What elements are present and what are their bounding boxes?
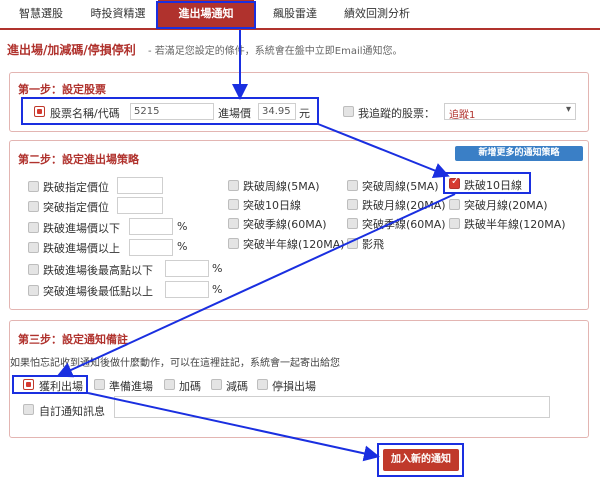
note-checkbox[interactable] [211,379,222,390]
price-unit: 元 [299,107,310,120]
page-subtitle: - 若滿足您設定的條件，系統會在盤中立即Email通知您。 [148,46,403,57]
strategy-percent-input[interactable] [165,260,209,277]
nav-tab-stock-radar[interactable]: 飆股雷達 [262,0,328,28]
strategy-percent-input[interactable] [129,218,173,235]
tracked-stock-select[interactable]: 追蹤1 [444,103,576,121]
step3-title: 第三步：設定通知備註 [18,333,128,346]
strategy-label: 突破周線(5MA) [362,180,439,193]
strategy-label: 突破季線(60MA) [243,218,327,231]
strategy-label: 跌破周線(5MA) [243,180,320,193]
nav-tab-smart-picks[interactable]: 智慧選股 [6,0,76,28]
strategy-label: 跌破月線(20MA) [362,199,446,212]
stock-code-input[interactable]: 5215 [130,103,214,120]
strategy-checkbox[interactable] [449,199,460,210]
note-option-label: 加碼 [179,380,201,393]
strategy-label: 突破指定價位 [43,201,109,214]
strategy-checkbox[interactable] [28,201,39,212]
strategy-value-input[interactable] [117,197,163,214]
nav-tab-backtest[interactable]: 績效回測分析 [334,0,420,28]
strategy-label: 突破10日線 [243,199,301,212]
strategy-checkbox[interactable] [228,180,239,191]
strategy-label: 突破進場後最低點以上 [43,285,153,298]
strategy-label: 跌破進場後最高點以下 [43,264,153,277]
strategy-label: 突破月線(20MA) [464,199,548,212]
strategy-checkbox-checked[interactable] [449,176,460,189]
percent-sign: % [212,283,223,296]
strategy-label: 跌破10日線 [464,179,522,192]
strategy-checkbox[interactable] [449,218,460,229]
strategy-checkbox[interactable] [347,238,358,249]
active-tab-highlight [156,1,256,29]
strategy-checkbox[interactable] [28,285,39,296]
note-checkbox[interactable] [94,379,105,390]
stock-name-label: 股票名稱/代碼 [50,107,120,120]
tracked-stock-checkbox[interactable] [343,106,354,117]
strategy-label: 突破半年線(120MA) [243,238,345,251]
strategy-checkbox[interactable] [28,181,39,192]
note-checkbox[interactable] [257,379,268,390]
strategy-checkbox[interactable] [28,222,39,233]
custom-note-label: 自訂通知訊息 [39,405,105,418]
note-option-label: 準備進場 [109,380,153,393]
strategy-checkbox[interactable] [347,180,358,191]
percent-sign: % [177,220,188,233]
strategy-label: 跌破半年線(120MA) [464,218,566,231]
entry-price-input[interactable]: 34.95 [258,103,296,120]
percent-sign: % [212,262,223,275]
strategy-percent-input[interactable] [129,239,173,256]
strategy-percent-input[interactable] [165,281,209,298]
strategy-checkbox[interactable] [228,218,239,229]
note-option-label: 獲利出場 [39,380,83,393]
note-option-label: 減碼 [226,380,248,393]
strategy-value-input[interactable] [117,177,163,194]
nav-tab-featured[interactable]: 時投資精選 [82,0,154,28]
strategy-checkbox[interactable] [28,264,39,275]
strategy-label: 跌破進場價以上 [43,242,120,255]
strategy-checkbox[interactable] [28,242,39,253]
step1-title: 第一步：設定股票 [18,83,106,96]
entry-price-label: 進場價 [218,107,251,120]
stock-checkbox[interactable] [34,106,45,117]
strategy-label: 跌破進場價以下 [43,222,120,235]
tracked-stock-label: 我追蹤的股票： [358,107,435,120]
strategy-checkbox[interactable] [228,238,239,249]
step3-hint: 如果怕忘記收到通知後做什麼動作，可以在這裡註記，系統會一起寄出給您 [10,358,340,369]
strategy-label: 跌破指定價位 [43,181,109,194]
strategy-checkbox[interactable] [347,218,358,229]
percent-sign: % [177,240,188,253]
strategy-label: 突破季線(60MA) [362,218,446,231]
note-checkbox[interactable] [23,379,34,390]
strategy-checkbox[interactable] [347,199,358,210]
custom-note-textarea[interactable] [114,396,550,418]
page-title: 進出場/加減碼/停損停利 [7,43,136,57]
step2-title: 第二步：設定進出場策略 [18,153,139,166]
note-option-label: 停損出場 [272,380,316,393]
add-more-strategies-button[interactable]: 新增更多的通知策略 [455,146,583,161]
custom-note-checkbox[interactable] [23,404,34,415]
strategy-label: 影飛 [362,238,384,251]
strategy-checkbox[interactable] [228,199,239,210]
top-nav: 智慧選股 時投資精選 進出場通知 飆股雷達 績效回測分析 [0,0,600,30]
add-alert-button[interactable]: 加入新的通知 [383,449,459,471]
note-checkbox[interactable] [164,379,175,390]
